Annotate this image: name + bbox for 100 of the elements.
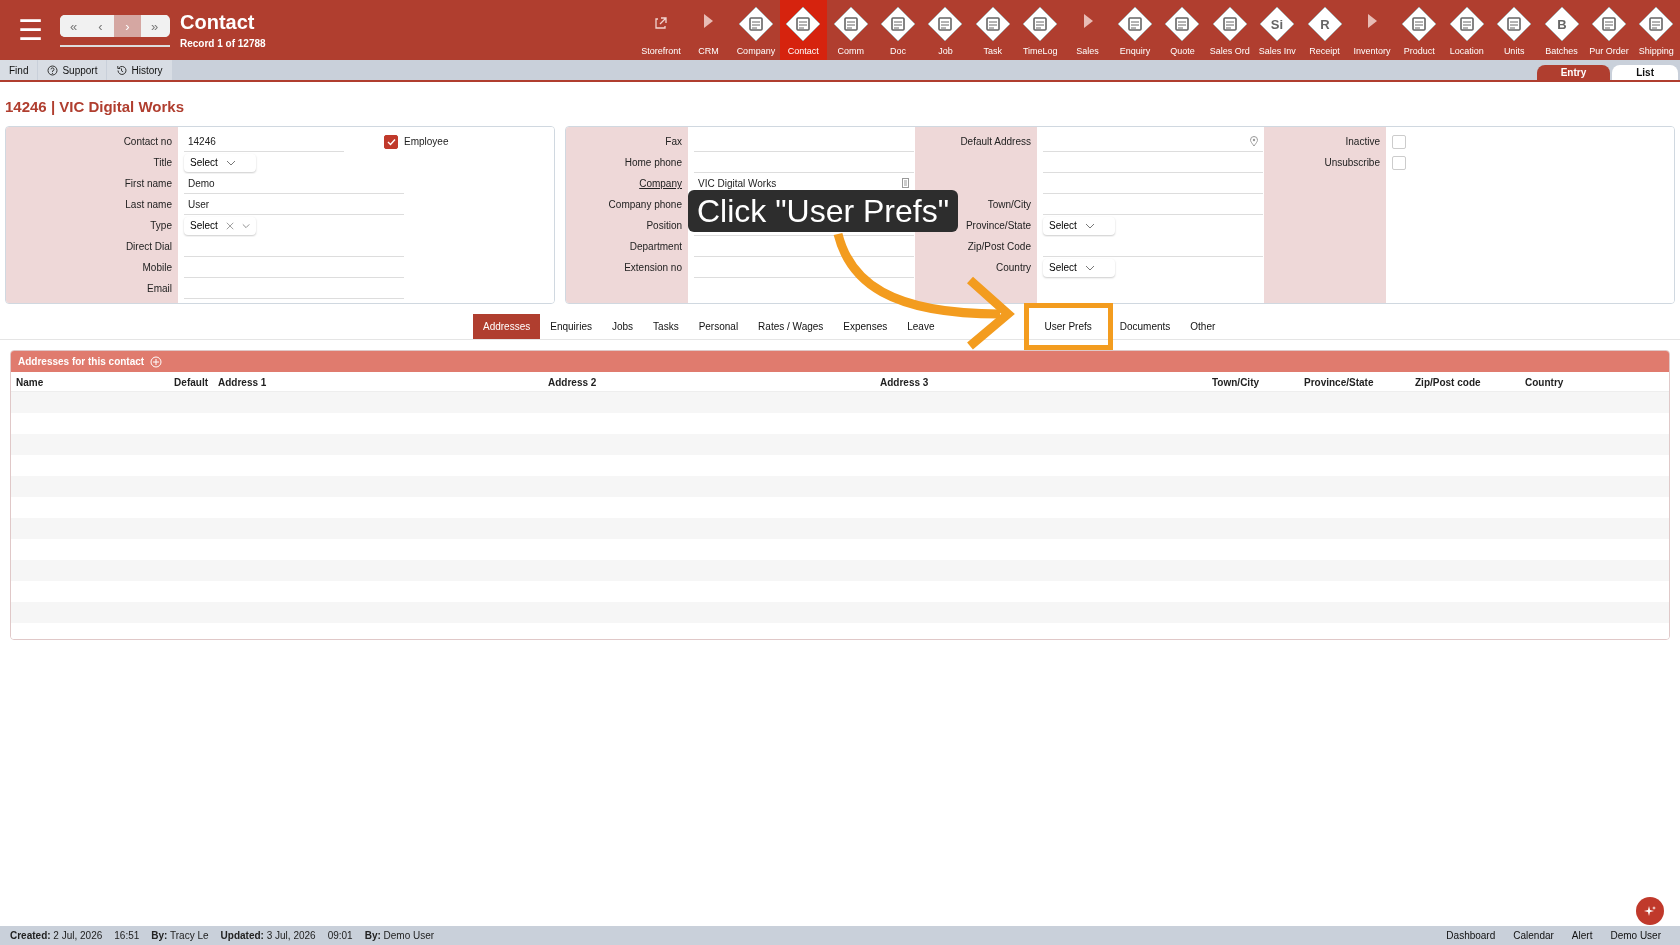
help-icon — [47, 64, 59, 76]
module-button[interactable]: Location — [1443, 0, 1491, 60]
select-field[interactable]: Select — [184, 216, 256, 235]
checkbox[interactable] — [384, 134, 398, 149]
field-label: Province/State — [964, 219, 1032, 233]
module-button[interactable]: Si Sales Inv — [1253, 0, 1301, 60]
tab[interactable]: Jobs — [601, 314, 644, 339]
module-button[interactable]: Sales — [1063, 0, 1112, 60]
field-label: Last name — [124, 198, 173, 212]
tab[interactable]: Expenses — [833, 314, 898, 339]
triangle-icon — [1081, 12, 1094, 30]
select-field[interactable]: Select — [1043, 258, 1115, 277]
tab[interactable]: Rates / Wages — [748, 314, 834, 339]
module-icon — [1590, 6, 1627, 42]
status-text: 09:01 — [327, 930, 353, 941]
toolbar-button[interactable]: Support — [38, 60, 108, 80]
tab[interactable]: Personal — [688, 314, 749, 339]
field-label: Title — [152, 156, 173, 170]
module-icon: Si — [1259, 6, 1296, 42]
module-button[interactable]: Shipping — [1632, 0, 1680, 60]
field-label: Type — [149, 219, 173, 233]
toolbar-button[interactable]: History — [107, 60, 173, 80]
field-label: Inactive — [1344, 135, 1381, 149]
module-button[interactable]: Sales Ord — [1206, 0, 1254, 60]
instruction-tooltip: Click "User Prefs" — [688, 190, 958, 232]
field-label: Position — [645, 219, 683, 233]
module-button[interactable]: Doc — [874, 0, 922, 60]
tab[interactable]: Tasks — [643, 314, 689, 339]
module-icon — [737, 6, 774, 42]
status-link[interactable]: Calendar — [1504, 930, 1563, 941]
checkbox-label: Employee — [404, 136, 449, 147]
location-pin-icon — [1249, 135, 1259, 147]
tab[interactable]: Enquiries — [540, 314, 602, 339]
module-icon — [1448, 6, 1485, 42]
module-icon — [1401, 6, 1438, 42]
module-button[interactable]: Comm — [826, 0, 875, 60]
add-icon — [150, 355, 163, 368]
field-label: Mobile — [141, 261, 173, 275]
module-button[interactable]: B Batches — [1537, 0, 1586, 60]
module-icon — [785, 6, 822, 42]
module-button[interactable]: Pur Order — [1585, 0, 1633, 60]
tab[interactable]: Documents — [1109, 314, 1181, 339]
triangle-icon — [1365, 12, 1378, 30]
module-button[interactable]: Inventory — [1348, 0, 1396, 60]
record-heading: 14246 | VIC Digital Works — [5, 98, 185, 116]
module-button[interactable]: Storefront — [637, 0, 685, 60]
field-label: Department — [628, 240, 683, 254]
status-text: Created: 2 Jul, 2026 — [10, 930, 103, 941]
module-button[interactable]: Quote — [1158, 0, 1207, 60]
module-icon — [880, 6, 917, 42]
module-icon — [1022, 6, 1059, 42]
module-button[interactable]: Enquiry — [1111, 0, 1159, 60]
tab[interactable]: User Prefs — [1034, 314, 1102, 339]
field-label: Fax — [664, 135, 683, 149]
module-icon — [927, 6, 964, 42]
tab[interactable]: Other — [1180, 314, 1226, 339]
module-button[interactable]: Contact — [779, 0, 827, 60]
status-text: By: Tracy Le — [151, 930, 209, 941]
field-link[interactable]: Company — [566, 173, 688, 194]
module-button[interactable]: R Receipt — [1300, 0, 1349, 60]
checkmark-icon — [385, 136, 397, 147]
table-title: Addresses for this contact — [18, 356, 145, 367]
field-label: Email — [146, 282, 173, 296]
record-counter: Record 1 of 12788 — [180, 38, 266, 49]
select-field[interactable]: Select — [1043, 216, 1115, 235]
field-label: First name — [123, 177, 173, 191]
module-icon — [1211, 6, 1248, 42]
status-text: 16:51 — [114, 930, 140, 941]
tab[interactable]: Addresses — [473, 314, 541, 339]
module-button[interactable]: TimeLog — [1016, 0, 1064, 60]
select-field[interactable]: Select — [184, 153, 256, 172]
module-button[interactable]: Task — [969, 0, 1017, 60]
page-title: Contact — [180, 11, 256, 34]
status-text: Updated: 3 Jul, 2026 — [220, 930, 316, 941]
status-link[interactable]: Demo User — [1601, 930, 1670, 941]
status-link[interactable]: Alert — [1562, 930, 1602, 941]
document-icon — [901, 178, 910, 188]
view-tab[interactable]: Entry — [1536, 65, 1611, 80]
field-label: Extension no — [623, 261, 683, 275]
module-button[interactable]: Product — [1395, 0, 1444, 60]
toolbar-button[interactable]: Find — [0, 60, 39, 80]
module-icon — [1496, 6, 1533, 42]
tab[interactable]: Leave — [897, 314, 945, 339]
module-button[interactable]: Job — [921, 0, 970, 60]
module-icon: R — [1306, 6, 1343, 42]
field-label: Home phone — [623, 156, 683, 170]
module-button[interactable]: CRM — [684, 0, 733, 60]
module-icon — [832, 6, 869, 42]
module-button[interactable]: Units — [1490, 0, 1538, 60]
field-label: Direct Dial — [124, 240, 173, 254]
field-label: Contact no — [122, 135, 173, 149]
field-label: Unsubscribe — [1323, 156, 1381, 170]
field-label: Country — [995, 261, 1032, 275]
field-label: Zip/Post Code — [966, 240, 1032, 254]
view-tab[interactable]: List — [1612, 65, 1678, 80]
assistant-button[interactable] — [1636, 897, 1664, 925]
status-link[interactable]: Dashboard — [1437, 930, 1505, 941]
module-button[interactable]: Company — [732, 0, 780, 60]
clear-icon — [225, 220, 234, 231]
menu-button[interactable]: ☰ — [0, 0, 60, 60]
